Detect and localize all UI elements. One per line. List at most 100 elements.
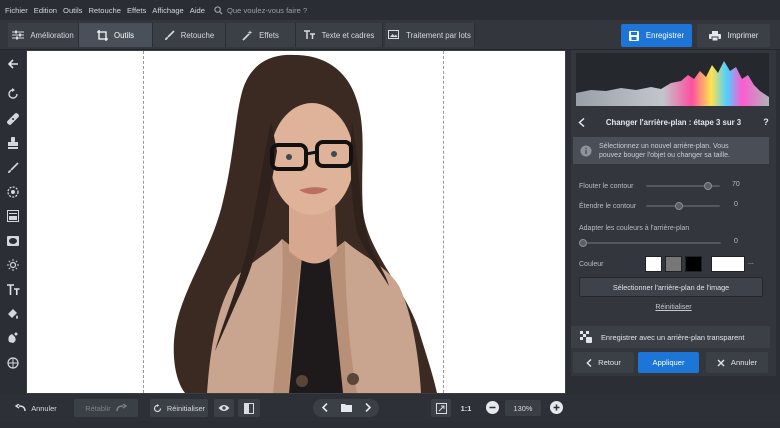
apply-label: Appliquer: [652, 358, 685, 367]
extend-edge-value: 0: [734, 201, 738, 208]
adapt-colors-slider[interactable]: [579, 239, 721, 247]
compare-icon: [244, 402, 254, 414]
step-back-button[interactable]: [571, 117, 591, 127]
blur-edge-label: Flouter le contour: [579, 182, 634, 190]
menu-effets[interactable]: Effets: [127, 6, 146, 15]
compare-button[interactable]: [238, 399, 260, 417]
tab-traitement-lots[interactable]: Traitement par lots: [385, 23, 475, 47]
portrait-photo[interactable]: [27, 51, 565, 393]
menu-affichage[interactable]: Affichage: [152, 6, 184, 15]
tab-bar: Amélioration Outils Retouche Effets Text…: [8, 23, 475, 47]
reset-label: Réinitialiser: [166, 403, 206, 413]
menu-fichier[interactable]: Fichier: [5, 6, 28, 15]
text-tool-icon[interactable]: [5, 282, 21, 298]
adapt-colors-label: Adapter les couleurs à l'arrière-plan: [579, 224, 690, 232]
sliders-icon: [12, 30, 25, 40]
magic-wand-icon: [242, 29, 253, 41]
save-button[interactable]: Enregistrer: [621, 24, 692, 47]
globe-icon[interactable]: [5, 355, 21, 371]
fit-screen-icon: [435, 402, 447, 414]
vignette-icon[interactable]: [5, 233, 21, 249]
zoom-out-button[interactable]: [486, 401, 499, 414]
swatch-gray[interactable]: [665, 256, 682, 272]
swatch-black[interactable]: [685, 256, 702, 272]
chevron-left-icon: [577, 117, 584, 127]
histogram: [576, 53, 769, 106]
printer-icon: [708, 30, 721, 41]
blur-edge-slider[interactable]: [646, 182, 720, 190]
extend-edge-slider[interactable]: [646, 202, 720, 210]
cancel-button[interactable]: Annuler: [706, 352, 768, 373]
fill-icon[interactable]: [5, 306, 21, 322]
heal-icon[interactable]: [5, 111, 21, 127]
select-background-image-button[interactable]: Sélectionner l'arrière-plan de l'image: [579, 277, 763, 297]
swatch-white[interactable]: [645, 256, 662, 272]
shape-icon[interactable]: [5, 330, 21, 346]
brush-tool-icon[interactable]: [5, 160, 21, 176]
transparent-save-icon: [571, 331, 601, 343]
tab-label: Retouche: [180, 30, 215, 40]
stamp-icon[interactable]: [5, 135, 21, 151]
info-icon: [573, 145, 599, 157]
color-label: Couleur: [579, 260, 604, 268]
save-transparent-button[interactable]: Enregistrer avec un arrière-plan transpa…: [571, 326, 770, 348]
image-canvas[interactable]: [27, 51, 565, 393]
menu-outils[interactable]: Outils: [63, 6, 82, 15]
undo-button[interactable]: Annuler: [8, 399, 64, 417]
blur-edge-value: 70: [732, 181, 740, 188]
brush-icon: [164, 29, 175, 40]
sun-icon[interactable]: [5, 257, 21, 273]
prev-image-button[interactable]: [321, 402, 328, 414]
more-colors-button[interactable]: ...: [748, 259, 754, 266]
fit-screen-button[interactable]: [431, 399, 451, 417]
back-arrow-icon[interactable]: [5, 56, 21, 72]
tab-retouche[interactable]: Retouche: [153, 23, 226, 47]
tab-label: Texte et cadres: [321, 30, 375, 40]
search-icon: [214, 5, 223, 15]
reset-button[interactable]: Réinitialiser: [150, 399, 208, 417]
save-label: Enregistrer: [645, 31, 685, 40]
tab-texte-cadres[interactable]: Texte et cadres: [296, 23, 383, 47]
tab-amelioration[interactable]: Amélioration: [8, 23, 79, 47]
folder-icon: [340, 403, 352, 412]
info-text-line1: Sélectionnez un nouvel arrière-plan. Vou…: [599, 142, 729, 150]
select-background-image-label: Sélectionner l'arrière-plan de l'image: [612, 282, 730, 292]
adapt-colors-value: 0: [734, 238, 738, 245]
chevron-left-icon: [321, 402, 328, 412]
selected-color-swatch[interactable]: [711, 256, 745, 272]
back-button[interactable]: Retour: [573, 352, 634, 373]
adapt-colors-knob[interactable]: [579, 239, 587, 247]
save-icon: [628, 30, 639, 41]
zoom-level[interactable]: 130%: [505, 400, 541, 416]
rotate-icon[interactable]: [5, 86, 21, 102]
tab-outils[interactable]: Outils: [79, 23, 153, 47]
save-transparent-label: Enregistrer avec un arrière-plan transpa…: [601, 332, 745, 342]
image-navigation: [313, 399, 379, 417]
crop-icon: [97, 29, 109, 41]
search-box[interactable]: Que voulez-vous faire ?: [214, 6, 307, 15]
radial-filter-icon[interactable]: [5, 184, 21, 200]
search-placeholder: Que voulez-vous faire ?: [226, 5, 308, 15]
left-toolbar: [0, 50, 26, 394]
step-header: Changer l'arrière-plan : étape 3 sur 3 ?: [571, 112, 776, 132]
folder-button[interactable]: [340, 403, 352, 414]
back-label: Retour: [598, 358, 621, 367]
tab-label: Effets: [259, 30, 279, 40]
panel-action-bar: Retour Appliquer Annuler: [571, 352, 776, 374]
next-image-button[interactable]: [364, 402, 371, 414]
apply-button[interactable]: Appliquer: [638, 352, 699, 373]
menu-edition[interactable]: Edition: [34, 6, 57, 15]
reset-link[interactable]: Réinitialiser: [571, 304, 776, 311]
actual-size-button[interactable]: 1:1: [456, 399, 476, 417]
menu-retouche[interactable]: Retouche: [88, 6, 121, 15]
menu-aide[interactable]: Aide: [190, 6, 205, 15]
redo-button[interactable]: Rétablir: [74, 399, 138, 417]
print-button[interactable]: Imprimer: [697, 24, 770, 47]
help-button[interactable]: ?: [756, 117, 776, 127]
tab-label: Amélioration: [30, 30, 74, 40]
info-box: Sélectionnez un nouvel arrière-plan. Vou…: [573, 137, 769, 164]
gradient-icon[interactable]: [5, 208, 21, 224]
tab-effets[interactable]: Effets: [226, 23, 296, 47]
preview-eye-button[interactable]: [214, 399, 234, 417]
zoom-in-button[interactable]: [550, 401, 563, 414]
